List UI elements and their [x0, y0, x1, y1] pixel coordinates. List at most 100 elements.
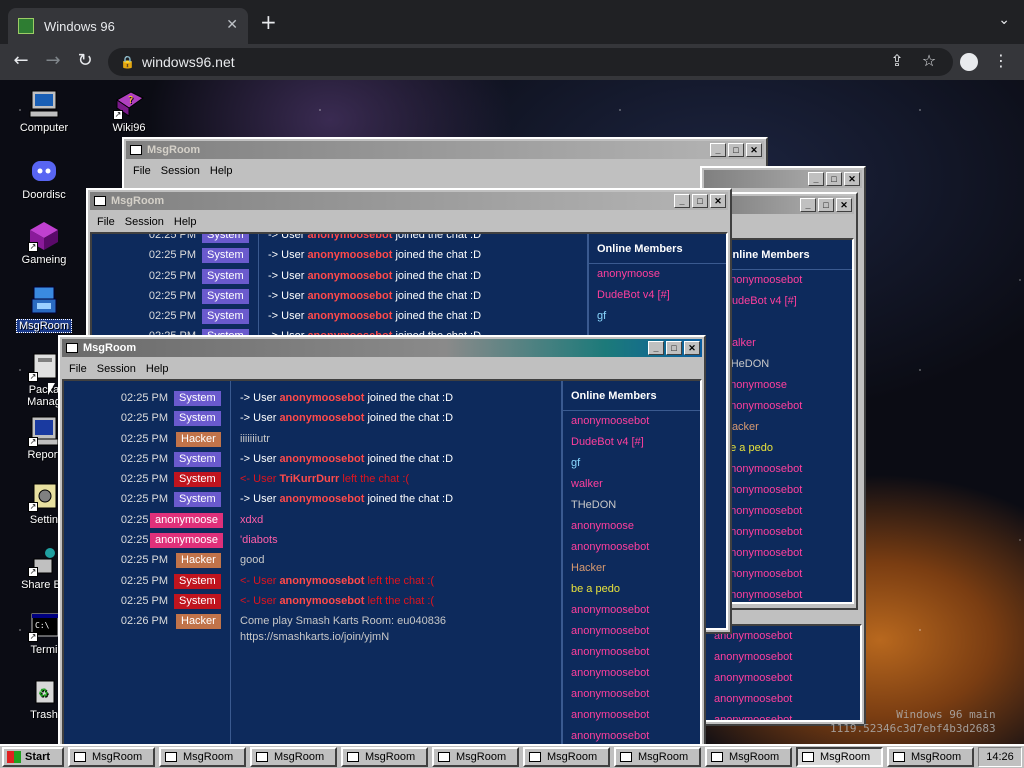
- bookmark-star-icon[interactable]: ☆: [918, 50, 940, 72]
- member-item[interactable]: anonymoosebot: [563, 705, 700, 726]
- member-item[interactable]: anonymoosebot: [716, 522, 852, 543]
- member-item[interactable]: anonymoosebot: [716, 585, 852, 602]
- desktop-icon-gameing[interactable]: ↗ Gameing: [12, 220, 76, 266]
- message-username[interactable]: anonymoosebot: [279, 595, 364, 607]
- member-item[interactable]: anonymoosebot: [563, 621, 700, 642]
- maximize-button[interactable]: □: [666, 341, 682, 355]
- user-badge[interactable]: System: [174, 573, 221, 589]
- menu-file[interactable]: File: [92, 216, 120, 228]
- taskbar-item-msgroom[interactable]: MsgRoom: [159, 747, 246, 767]
- taskbar-item-msgroom[interactable]: MsgRoom: [705, 747, 792, 767]
- chevron-down-icon[interactable]: ⌄: [998, 12, 1010, 28]
- user-badge[interactable]: System: [174, 472, 221, 488]
- window-titlebar[interactable]: _ □ ✕: [704, 170, 862, 188]
- browser-menu-icon[interactable]: ⋮: [990, 50, 1012, 72]
- member-item[interactable]: anonymoosebot: [706, 647, 860, 668]
- taskbar-item-msgroom[interactable]: MsgRoom: [796, 747, 883, 767]
- forward-arrow-icon[interactable]: →: [42, 50, 64, 72]
- user-badge[interactable]: Hacker: [176, 431, 221, 447]
- desktop-icon-doordisc[interactable]: Doordisc: [12, 155, 76, 201]
- user-badge[interactable]: System: [174, 411, 221, 427]
- new-tab-icon[interactable]: +: [260, 12, 277, 32]
- user-badge[interactable]: anonymoose: [150, 533, 223, 549]
- maximize-button[interactable]: □: [826, 172, 842, 186]
- menu-session[interactable]: Session: [156, 165, 205, 177]
- minimize-button[interactable]: _: [800, 198, 816, 212]
- window-titlebar[interactable]: _ □ ✕: [714, 196, 854, 214]
- member-item[interactable]: anonymoosebot: [563, 726, 700, 744]
- user-badge[interactable]: System: [174, 451, 221, 467]
- member-item[interactable]: anonymoose: [716, 375, 852, 396]
- member-item[interactable]: anonymoosebot: [706, 668, 860, 689]
- member-item[interactable]: anonymoosebot: [716, 396, 852, 417]
- member-item[interactable]: THeDON: [716, 354, 852, 375]
- member-item[interactable]: DudeBot v4 [#]: [563, 432, 700, 453]
- message-username[interactable]: anonymoosebot: [279, 575, 364, 587]
- message-username[interactable]: anonymoosebot: [279, 412, 364, 424]
- message-username[interactable]: anonymoosebot: [307, 310, 392, 322]
- menu-file[interactable]: File: [128, 165, 156, 177]
- minimize-button[interactable]: _: [648, 341, 664, 355]
- maximize-button[interactable]: □: [728, 143, 744, 157]
- message-username[interactable]: anonymoosebot: [279, 493, 364, 505]
- message-username[interactable]: anonymoosebot: [279, 453, 364, 465]
- menu-help[interactable]: Help: [205, 165, 238, 177]
- taskbar-item-msgroom[interactable]: MsgRoom: [341, 747, 428, 767]
- user-badge[interactable]: Hacker: [176, 614, 221, 630]
- minimize-button[interactable]: _: [674, 194, 690, 208]
- window-titlebar[interactable]: MsgRoom _ □ ✕: [62, 339, 702, 357]
- close-button[interactable]: ✕: [836, 198, 852, 212]
- menu-help[interactable]: Help: [141, 363, 174, 375]
- member-item[interactable]: anonymoosebot: [716, 543, 852, 564]
- member-item[interactable]: walker: [716, 333, 852, 354]
- reload-icon[interactable]: ↻: [74, 50, 96, 72]
- message-username[interactable]: anonymoosebot: [279, 392, 364, 404]
- member-item[interactable]: anonymoosebot: [706, 689, 860, 710]
- lock-icon[interactable]: 🔒: [120, 48, 135, 76]
- start-button[interactable]: Start: [2, 747, 64, 767]
- close-button[interactable]: ✕: [746, 143, 762, 157]
- taskbar-item-msgroom[interactable]: MsgRoom: [432, 747, 519, 767]
- member-item[interactable]: anonymoosebot: [563, 642, 700, 663]
- message-username[interactable]: anonymoosebot: [307, 234, 392, 241]
- message-username[interactable]: TriKurrDurr: [279, 473, 339, 485]
- close-button[interactable]: ✕: [844, 172, 860, 186]
- menu-session[interactable]: Session: [120, 216, 169, 228]
- member-item[interactable]: anonymoose: [589, 264, 726, 285]
- member-item[interactable]: Hacker: [563, 558, 700, 579]
- member-item[interactable]: anonymoosebot: [563, 411, 700, 432]
- member-item[interactable]: anonymoosebot: [716, 459, 852, 480]
- member-item[interactable]: anonymoosebot: [563, 537, 700, 558]
- user-badge[interactable]: System: [174, 492, 221, 508]
- member-item[interactable]: DudeBot v4 [#]: [716, 291, 852, 312]
- member-item[interactable]: DudeBot v4 [#]: [589, 285, 726, 306]
- minimize-button[interactable]: _: [710, 143, 726, 157]
- user-badge[interactable]: System: [174, 593, 221, 609]
- maximize-button[interactable]: □: [818, 198, 834, 212]
- member-item[interactable]: gf: [563, 453, 700, 474]
- member-item[interactable]: anonymoosebot: [716, 480, 852, 501]
- user-badge[interactable]: System: [202, 248, 249, 264]
- desktop-icon-wiki96[interactable]: ? ↗ Wiki96: [97, 88, 161, 134]
- desktop-icon-msgroom[interactable]: MsgRoom: [12, 285, 76, 333]
- back-arrow-icon[interactable]: ←: [10, 50, 32, 72]
- member-item[interactable]: anonymoosebot: [716, 501, 852, 522]
- user-badge[interactable]: System: [202, 234, 249, 243]
- desktop-icon-computer[interactable]: Computer: [12, 88, 76, 134]
- member-item[interactable]: [716, 312, 852, 333]
- message-username[interactable]: anonymoosebot: [307, 249, 392, 261]
- member-item[interactable]: gf: [589, 306, 726, 327]
- close-button[interactable]: ✕: [684, 341, 700, 355]
- msgroom-window-front[interactable]: MsgRoom _ □ ✕ File Session Help 02:25 PM Syst…: [58, 335, 706, 744]
- menu-session[interactable]: Session: [92, 363, 141, 375]
- member-item[interactable]: anonymoose: [563, 516, 700, 537]
- maximize-button[interactable]: □: [692, 194, 708, 208]
- close-tab-icon[interactable]: ✕: [226, 16, 238, 33]
- menu-help[interactable]: Help: [169, 216, 202, 228]
- message-username[interactable]: anonymoosebot: [307, 270, 392, 282]
- share-icon[interactable]: ⇪: [886, 50, 908, 72]
- user-badge[interactable]: System: [202, 288, 249, 304]
- member-item[interactable]: anonymoosebot: [716, 270, 852, 291]
- member-item[interactable]: anonymoosebot: [563, 684, 700, 705]
- user-badge[interactable]: System: [202, 268, 249, 284]
